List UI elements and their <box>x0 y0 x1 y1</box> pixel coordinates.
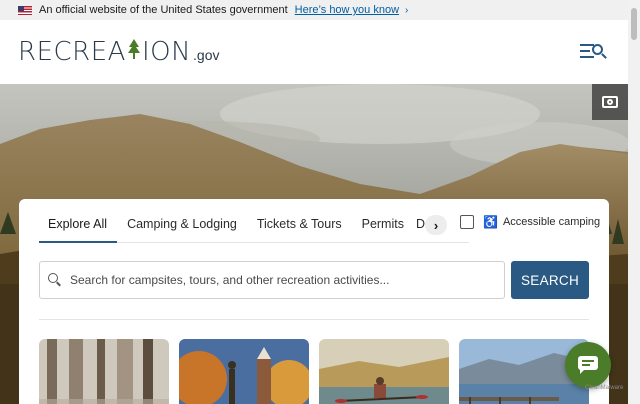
site-header: RECRE A ION .gov <box>0 20 628 84</box>
camera-icon <box>602 96 618 108</box>
logo-text-right: ION <box>141 37 192 67</box>
logo-text-left: RECRE <box>18 37 108 67</box>
chevron-right-icon[interactable]: › <box>405 5 408 16</box>
gov-banner: An official website of the United States… <box>0 0 628 20</box>
gov-banner-text: An official website of the United States… <box>39 4 288 16</box>
thumbnail-kayak[interactable] <box>319 339 449 404</box>
logo-text-a: A <box>107 37 126 67</box>
search-card: Explore All Camping & Lodging Tickets & … <box>19 199 609 404</box>
featured-thumbnails <box>39 339 599 404</box>
page-scrollbar[interactable] <box>628 0 640 404</box>
chat-icon <box>578 356 598 374</box>
tab-permits[interactable]: Permits <box>352 199 414 243</box>
divider <box>39 319 589 320</box>
search-input[interactable]: Search for campsites, tours, and other r… <box>39 261 505 299</box>
tab-camping-lodging[interactable]: Camping & Lodging <box>117 199 247 243</box>
how-you-know-link[interactable]: Here’s how you know <box>295 4 399 16</box>
search-button[interactable]: SEARCH <box>511 261 589 299</box>
thumbnail-monument[interactable] <box>179 339 309 404</box>
search-tabs: Explore All Camping & Lodging Tickets & … <box>39 199 469 243</box>
cleanmalware-badge: CleanMalware <box>585 385 624 391</box>
tab-tickets-tours[interactable]: Tickets & Tours <box>247 199 352 243</box>
accessible-camping-checkbox[interactable] <box>460 215 474 229</box>
accessible-camping-filter[interactable]: ♿ Accessible camping <box>460 215 600 229</box>
logo-gov-suffix: .gov <box>193 47 220 63</box>
tree-icon <box>127 38 141 66</box>
accessibility-icon: ♿ <box>483 215 498 229</box>
chat-button[interactable] <box>565 342 611 388</box>
scrollbar-thumb[interactable] <box>631 8 637 40</box>
thumbnail-forest[interactable] <box>39 339 169 404</box>
recreation-gov-logo[interactable]: RECRE A ION .gov <box>18 37 220 67</box>
us-flag-icon <box>18 5 32 15</box>
search-icon <box>48 273 61 287</box>
tabs-next-button[interactable]: › <box>425 215 447 235</box>
search-placeholder: Search for campsites, tours, and other r… <box>70 273 390 287</box>
tab-explore-all[interactable]: Explore All <box>39 199 118 243</box>
photo-credit-button[interactable] <box>592 84 628 120</box>
accessible-camping-label: Accessible camping <box>502 216 601 228</box>
menu-search-button[interactable] <box>580 42 607 62</box>
